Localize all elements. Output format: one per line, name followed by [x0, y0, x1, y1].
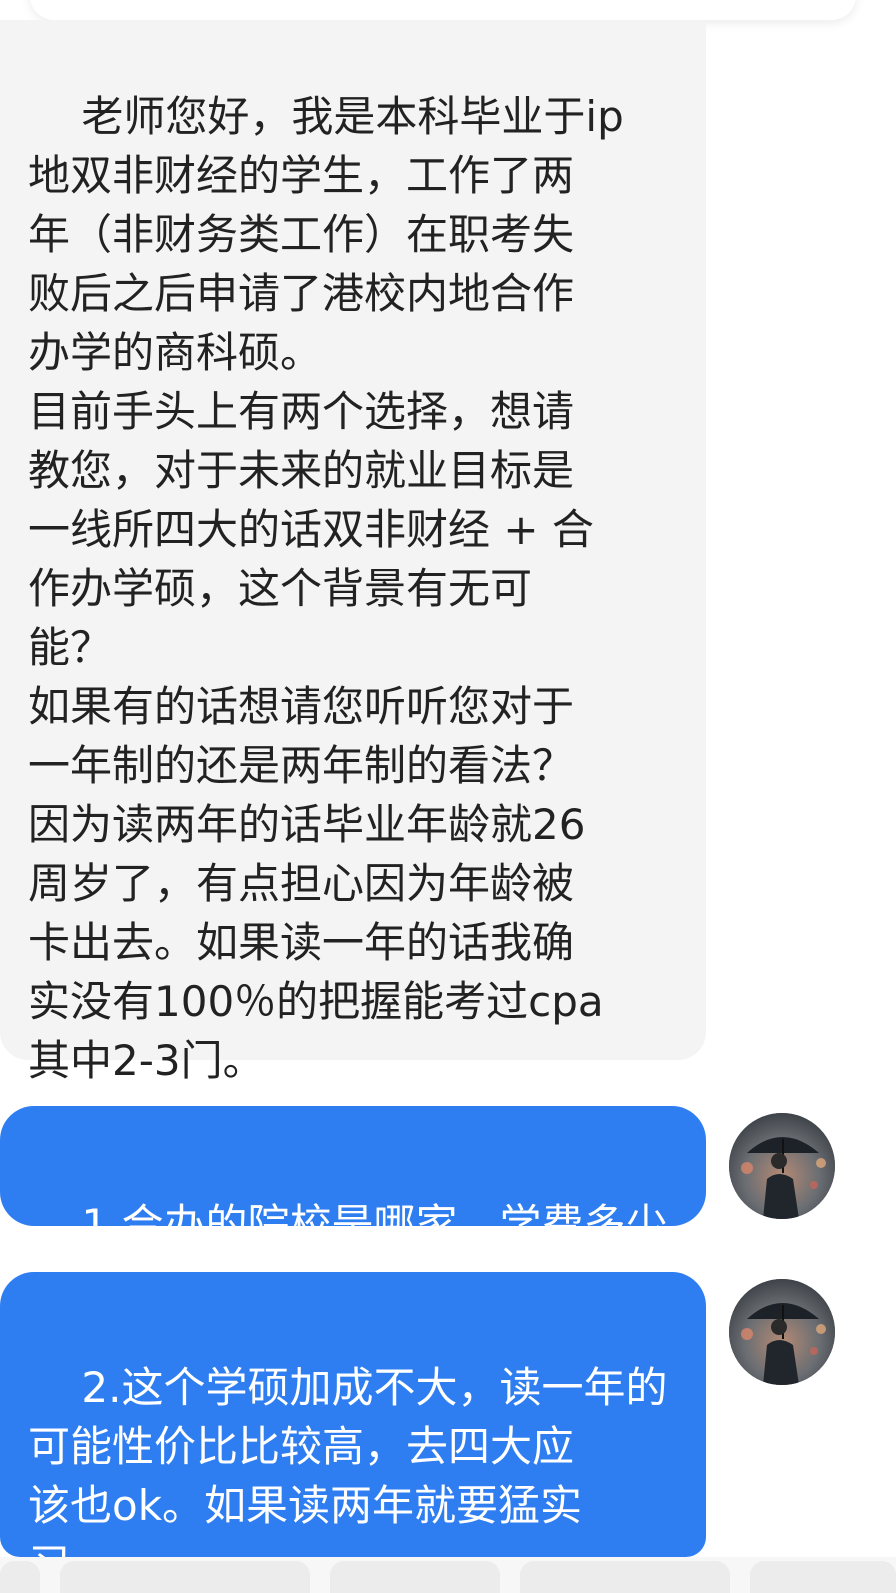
chat-screen: 老师您好，我是本科毕业于ip 地双非财经的学生，工作了两 年（非财务类工作）在职…: [0, 0, 896, 1593]
toolbar-segment[interactable]: [520, 1561, 730, 1593]
top-bar: [30, 0, 856, 20]
sender-avatar[interactable]: [729, 1113, 835, 1219]
person-with-umbrella-icon: [729, 1113, 835, 1219]
toolbar-segment[interactable]: [750, 1561, 896, 1593]
incoming-message-text: 老师您好，我是本科毕业于ip 地双非财经的学生，工作了两 年（非财务类工作）在职…: [28, 92, 624, 1085]
outgoing-message-bubble-2: 2.这个学硕加成不大，读一年的 可能性价比比较高，去四大应 该也ok。如果读两年…: [0, 1272, 706, 1589]
toolbar-segment[interactable]: [60, 1561, 310, 1593]
outgoing-message-bubble-1: 1.合办的院校是哪家，学费多少: [0, 1106, 706, 1249]
sender-avatar[interactable]: [729, 1279, 835, 1385]
toolbar-segment[interactable]: [330, 1561, 500, 1593]
outgoing-message-text-2: 2.这个学硕加成不大，读一年的 可能性价比比较高，去四大应 该也ok。如果读两年…: [28, 1363, 668, 1589]
incoming-message-bubble: 老师您好，我是本科毕业于ip 地双非财经的学生，工作了两 年（非财务类工作）在职…: [0, 20, 706, 1085]
person-with-umbrella-icon: [729, 1279, 835, 1385]
toolbar-segment[interactable]: [0, 1561, 40, 1593]
outgoing-message-text-1: 1.合办的院校是哪家，学费多少: [81, 1200, 668, 1249]
